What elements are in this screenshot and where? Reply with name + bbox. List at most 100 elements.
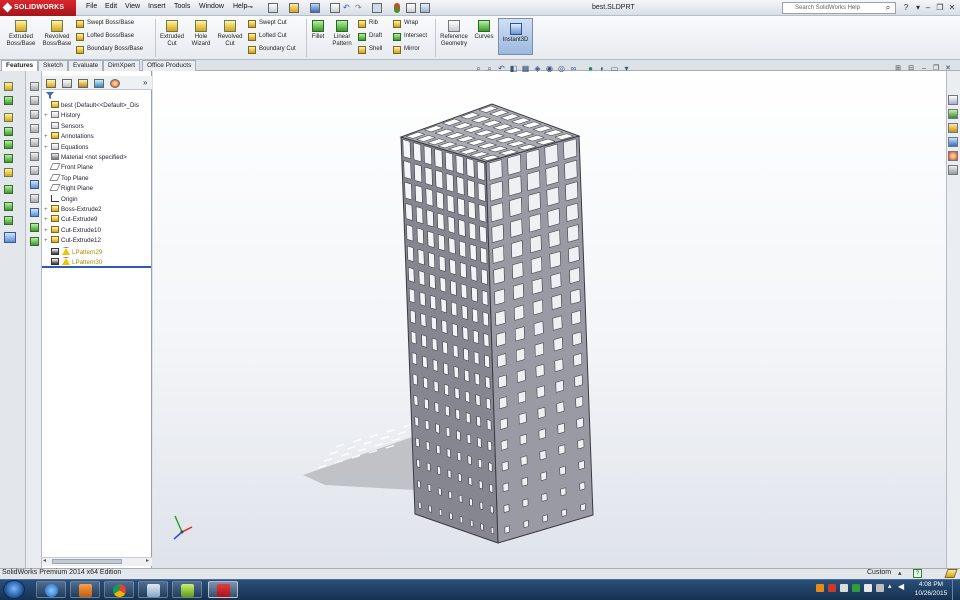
volume-icon[interactable]: ◀	[898, 582, 904, 591]
file-explorer-icon[interactable]	[948, 123, 958, 133]
chevron-up-icon[interactable]: ▴	[888, 582, 892, 590]
units-selector[interactable]: Custom	[867, 569, 891, 576]
rollback-bar[interactable]	[42, 266, 151, 268]
menu-file[interactable]: File	[86, 3, 97, 10]
dimxpert-manager-tab-icon[interactable]	[94, 79, 104, 88]
scrollbar-thumb[interactable]	[52, 559, 122, 564]
tree-item-front-plane[interactable]: Front Plane	[44, 163, 93, 173]
wrap-button[interactable]: Wrap	[393, 18, 433, 29]
taskbar-solidworks[interactable]	[208, 581, 238, 598]
spline-icon[interactable]	[4, 168, 13, 177]
rib-button[interactable]: Rib	[358, 18, 388, 29]
edit-appearance-icon[interactable]: ∞	[569, 64, 578, 73]
rectangle-icon[interactable]	[4, 127, 13, 136]
tray-icon[interactable]	[876, 584, 884, 592]
tray-icon[interactable]	[864, 584, 872, 592]
tray-icon[interactable]	[852, 584, 860, 592]
tool-icon[interactable]	[30, 96, 39, 105]
tree-item-origin[interactable]: Origin	[44, 194, 78, 205]
start-button[interactable]	[3, 580, 25, 599]
tree-item-sensors[interactable]: Sensors	[44, 121, 84, 132]
lofted-cut-button[interactable]: Lofted Cut	[248, 31, 306, 42]
redo-icon[interactable]: ↷	[355, 3, 362, 12]
tab-dimxpert[interactable]: DimXpert	[103, 60, 141, 71]
taskbar-calculator[interactable]	[138, 581, 168, 598]
chevron-up-icon[interactable]: ▴	[898, 569, 902, 577]
tool-icon[interactable]	[30, 208, 39, 217]
zoom-to-fit-icon[interactable]: ⌕	[474, 64, 483, 73]
property-manager-tab-icon[interactable]	[62, 79, 72, 88]
hide-show-icon[interactable]: ◎	[557, 64, 566, 73]
draft-button[interactable]: Draft	[358, 31, 388, 42]
viewport-minimize-icon[interactable]: –	[919, 64, 929, 73]
boundary-cut-button[interactable]: Boundary Cut	[248, 44, 306, 55]
tab-sketch[interactable]: Sketch	[38, 60, 68, 71]
taskbar-media-player[interactable]	[70, 581, 100, 598]
print-icon[interactable]	[330, 3, 340, 13]
menu-window[interactable]: Window	[199, 3, 224, 10]
tree-item-boss-extrude2[interactable]: + Boss-Extrude2	[44, 205, 102, 215]
scroll-left-icon[interactable]: ◂	[43, 557, 46, 564]
help-question-icon[interactable]: ?	[900, 1, 912, 14]
line-icon[interactable]	[4, 113, 13, 122]
tool-icon[interactable]	[30, 166, 39, 175]
arc-icon[interactable]	[4, 154, 13, 163]
display-style-icon[interactable]: ◉	[545, 64, 554, 73]
model-3d-view[interactable]	[153, 71, 946, 568]
chevron-down-icon[interactable]: ▾	[622, 64, 631, 73]
minimize-icon[interactable]: –	[922, 1, 934, 14]
feature-tree-tab-icon[interactable]	[46, 79, 56, 88]
tree-item-material[interactable]: Material <not specified>	[44, 153, 127, 163]
sketch-pattern-icon[interactable]	[4, 185, 13, 194]
reference-geometry-button[interactable]: Reference Geometry	[437, 20, 471, 48]
tool-icon[interactable]	[30, 194, 39, 203]
viewport-restore-icon[interactable]: ❐	[931, 64, 941, 73]
file-properties-icon[interactable]	[406, 3, 416, 13]
tray-icon[interactable]	[816, 584, 824, 592]
tool-icon[interactable]	[30, 180, 39, 189]
render-tools-icon[interactable]: ▭	[610, 64, 619, 73]
menu-help[interactable]: Help	[233, 3, 247, 10]
dynamic-annotation-icon[interactable]: ▦	[521, 64, 530, 73]
traffic-light-icon[interactable]	[394, 3, 400, 13]
design-library-icon[interactable]	[948, 109, 958, 119]
view-orientation-icon[interactable]: ◈	[533, 64, 542, 73]
convert-entities-icon[interactable]	[4, 216, 13, 225]
tool-icon[interactable]	[30, 110, 39, 119]
restore-icon[interactable]: ❐	[934, 1, 946, 14]
tool-icon[interactable]	[30, 223, 39, 232]
solidworks-logo[interactable]: SOLIDWORKS	[0, 0, 76, 16]
boundary-boss-button[interactable]: Boundary Boss/Base	[76, 44, 154, 55]
filter-icon[interactable]	[46, 92, 54, 99]
tab-evaluate[interactable]: Evaluate	[68, 60, 104, 71]
mirror-button[interactable]: Mirror	[393, 44, 433, 55]
taskbar-chrome[interactable]	[104, 581, 134, 598]
linear-pattern-button[interactable]: Linear Pattern	[329, 20, 355, 48]
revolved-boss-button[interactable]: Revolved Boss/Base	[40, 20, 74, 48]
tool-icon[interactable]	[30, 138, 39, 147]
tree-item-top-plane[interactable]: Top Plane	[44, 173, 89, 184]
menu-pin-icon[interactable]: ⊸	[247, 3, 253, 11]
viewport-tile-icon[interactable]: ⊟	[906, 64, 916, 73]
zoom-to-area-icon[interactable]: ⌕	[485, 64, 494, 73]
tab-features[interactable]: Features	[1, 60, 39, 71]
appearances-icon[interactable]	[948, 151, 958, 161]
tree-item-history[interactable]: + History	[44, 111, 80, 121]
select-icon[interactable]	[372, 3, 382, 13]
swept-cut-button[interactable]: Swept Cut	[248, 18, 306, 29]
trim-icon[interactable]	[4, 202, 13, 211]
open-icon[interactable]	[289, 3, 299, 13]
tree-item-annotations[interactable]: + Annotations	[44, 132, 94, 142]
tool-icon[interactable]	[30, 82, 39, 91]
new-document-icon[interactable]	[268, 3, 278, 13]
close-icon[interactable]: ✕	[946, 1, 958, 14]
tray-icon[interactable]	[828, 584, 836, 592]
revolved-cut-button[interactable]: Revolved Cut	[215, 20, 245, 48]
tree-item-right-plane[interactable]: Right Plane	[44, 184, 93, 194]
taskbar-ie[interactable]	[36, 581, 66, 598]
scroll-right-icon[interactable]: ▸	[146, 557, 149, 564]
intersect-button[interactable]: Intersect	[393, 31, 433, 42]
solidworks-resources-icon[interactable]	[948, 95, 958, 105]
tool-icon[interactable]	[30, 152, 39, 161]
taskbar-app[interactable]	[172, 581, 202, 598]
